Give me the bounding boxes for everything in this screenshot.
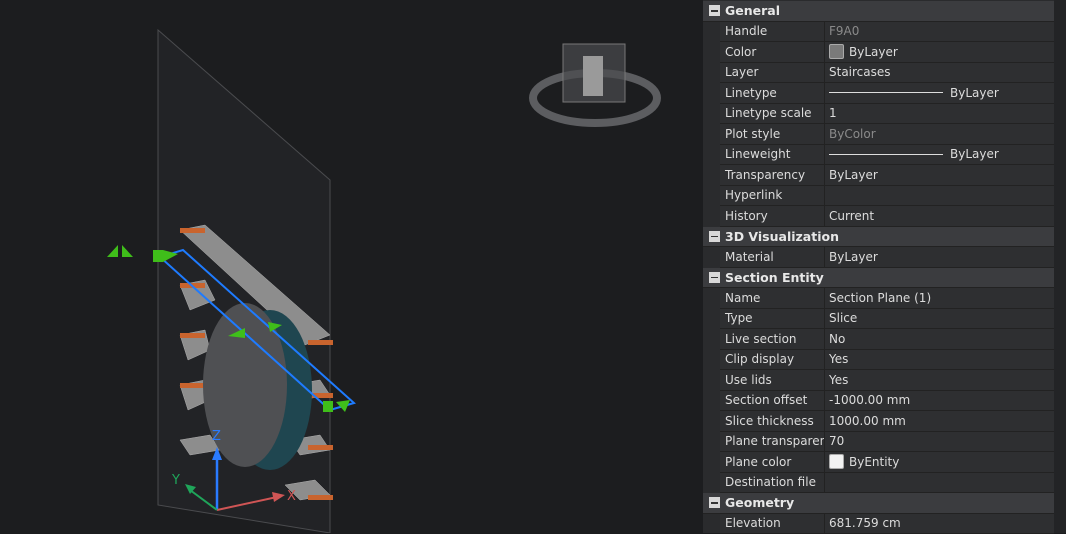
property-row[interactable]: Live section No xyxy=(720,329,1054,350)
linetype-preview xyxy=(829,154,943,155)
property-value: 1000.00 mm xyxy=(829,414,906,428)
property-value: ByLayer xyxy=(849,45,898,59)
collapse-icon[interactable] xyxy=(709,497,720,508)
collapse-icon[interactable] xyxy=(709,231,720,242)
property-row[interactable]: History Current xyxy=(720,206,1054,227)
panel-scrollbar[interactable] xyxy=(1054,0,1066,533)
property-label: Section offset xyxy=(720,391,825,411)
property-label: Plane color xyxy=(720,452,825,472)
property-value: Current xyxy=(829,209,874,223)
property-row[interactable]: Handle F9A0 xyxy=(720,22,1054,43)
property-label: Transparency xyxy=(720,165,825,185)
property-row[interactable]: Elevation 681.759 cm xyxy=(720,514,1054,534)
axis-x-label: X xyxy=(287,489,296,504)
property-row[interactable]: Slice thickness 1000.00 mm xyxy=(720,411,1054,432)
property-row[interactable]: Transparency ByLayer xyxy=(720,165,1054,186)
property-row[interactable]: Plot style ByColor xyxy=(720,124,1054,145)
property-row[interactable]: Linetype scale 1 xyxy=(720,104,1054,125)
property-value: Yes xyxy=(829,352,848,366)
property-label: History xyxy=(720,206,825,226)
property-value: ByEntity xyxy=(849,455,899,469)
property-value: ByLayer xyxy=(829,250,878,264)
property-label: Name xyxy=(720,288,825,308)
property-value: Staircases xyxy=(829,65,891,79)
property-row[interactable]: Color ByLayer xyxy=(720,42,1054,63)
linetype-preview xyxy=(829,92,943,93)
property-row[interactable]: Lineweight ByLayer xyxy=(720,145,1054,166)
property-value: ByLayer xyxy=(950,147,999,161)
properties-panel: General Handle F9A0 Color ByLayer Layer Stairc… xyxy=(703,0,1066,533)
property-value: ByLayer xyxy=(829,168,878,182)
section-header[interactable]: Geometry xyxy=(703,493,1054,514)
property-value: ByColor xyxy=(829,127,876,141)
property-row[interactable]: Plane transparency 70 xyxy=(720,432,1054,453)
property-label: Type xyxy=(720,309,825,329)
color-swatch xyxy=(829,44,844,59)
property-value: Slice xyxy=(829,311,857,325)
property-label: Plane transparency xyxy=(720,432,825,452)
property-value: ByLayer xyxy=(950,86,999,100)
color-swatch xyxy=(829,454,844,469)
property-label: Use lids xyxy=(720,370,825,390)
property-row[interactable]: Plane color ByEntity xyxy=(720,452,1054,473)
property-label: Plot style xyxy=(720,124,825,144)
section-header[interactable]: 3D Visualization xyxy=(703,227,1054,248)
property-row[interactable]: Linetype ByLayer xyxy=(720,83,1054,104)
property-label: Elevation xyxy=(720,514,825,534)
property-value: Yes xyxy=(829,373,848,387)
property-label: Hyperlink xyxy=(720,186,825,206)
property-row[interactable]: Type Slice xyxy=(720,309,1054,330)
property-label: Linetype scale xyxy=(720,104,825,124)
property-label: Lineweight xyxy=(720,145,825,165)
property-value: 681.759 cm xyxy=(829,516,901,530)
property-value: Section Plane (1) xyxy=(829,291,931,305)
property-row[interactable]: Destination file xyxy=(720,473,1054,494)
collapse-icon[interactable] xyxy=(709,272,720,283)
axis-y-label: Y xyxy=(171,473,180,488)
section-title: Section Entity xyxy=(725,270,824,285)
viewcube-icon[interactable] xyxy=(533,44,657,123)
property-label: Live section xyxy=(720,329,825,349)
property-row[interactable]: Hyperlink xyxy=(720,186,1054,207)
property-value: -1000.00 mm xyxy=(829,393,910,407)
property-value: F9A0 xyxy=(829,24,859,38)
property-row[interactable]: Name Section Plane (1) xyxy=(720,288,1054,309)
section-header[interactable]: General xyxy=(703,1,1054,22)
property-row[interactable]: Clip display Yes xyxy=(720,350,1054,371)
property-label: Handle xyxy=(720,22,825,42)
property-label: Linetype xyxy=(720,83,825,103)
property-label: Slice thickness xyxy=(720,411,825,431)
property-value: 70 xyxy=(829,434,844,448)
3d-viewport[interactable]: Z X Y xyxy=(0,0,703,533)
section-header[interactable]: Section Entity xyxy=(703,268,1054,289)
property-value: 1 xyxy=(829,106,837,120)
property-label: Material xyxy=(720,247,825,267)
section-title: General xyxy=(725,3,780,18)
section-title: 3D Visualization xyxy=(725,229,839,244)
axis-z-label: Z xyxy=(212,429,221,444)
section-title: Geometry xyxy=(725,495,794,510)
property-label: Clip display xyxy=(720,350,825,370)
property-row[interactable]: Use lids Yes xyxy=(720,370,1054,391)
collapse-icon[interactable] xyxy=(709,5,720,16)
property-row[interactable]: Section offset -1000.00 mm xyxy=(720,391,1054,412)
property-row[interactable]: Layer Staircases xyxy=(720,63,1054,84)
property-value: No xyxy=(829,332,845,346)
model-drawing: Z X Y xyxy=(0,0,703,533)
property-label: Layer xyxy=(720,63,825,83)
property-label: Color xyxy=(720,42,825,62)
property-row[interactable]: Material ByLayer xyxy=(720,247,1054,268)
property-label: Destination file xyxy=(720,473,825,493)
